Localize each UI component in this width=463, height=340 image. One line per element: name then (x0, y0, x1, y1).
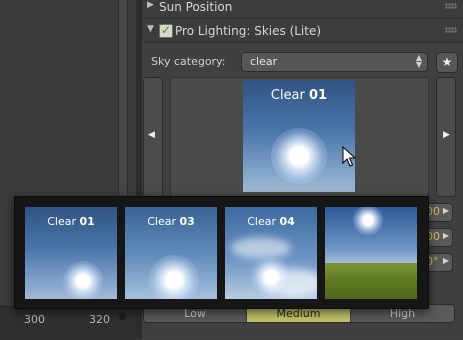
keyframe-dot-icon[interactable] (119, 313, 126, 320)
section-sun-position[interactable]: ▶ Sun Position (142, 0, 463, 19)
preview-label: Clear 01 (270, 88, 328, 103)
sun-glow (251, 257, 291, 297)
sky-preview-image[interactable]: Clear 01 (243, 80, 355, 192)
thumbnail-label: Clear 01 (47, 215, 95, 228)
arrow-right-icon: ▶ (442, 231, 449, 240)
sky-category-value: clear (250, 55, 278, 68)
arrow-left-icon: ◀ (148, 130, 155, 140)
disclosure-right-icon[interactable]: ▶ (147, 0, 154, 10)
sun-glow (63, 261, 103, 299)
sky-thumbnail[interactable]: Clear 03 (125, 207, 217, 299)
drag-grip-icon[interactable] (445, 3, 457, 9)
thumbnail-label: Clear 03 (147, 215, 195, 228)
next-sky-button[interactable]: ▶ (436, 77, 456, 197)
arrow-right-icon: ▶ (442, 206, 449, 215)
thumbnail-label: Clear 04 (247, 215, 295, 228)
sun-glow (149, 255, 199, 299)
favorite-star-button[interactable]: ★ (436, 52, 458, 73)
sky-category-select[interactable]: clear ▲ ▼ (241, 52, 428, 72)
disclosure-down-icon[interactable]: ▼ (147, 24, 154, 34)
ruler-tick: 300 (24, 313, 45, 326)
grass-field (325, 263, 417, 299)
drag-grip-icon[interactable] (445, 27, 457, 33)
updown-arrows-icon: ▲ ▼ (415, 53, 422, 69)
star-icon: ★ (441, 55, 453, 69)
sky-thumbnail[interactable] (325, 207, 417, 299)
sky-thumbnail[interactable]: Clear 01 (25, 207, 117, 299)
previous-sky-button[interactable]: ◀ (143, 77, 163, 197)
sky-thumbnail-popup: Clear 01 Clear 03 Clear 04 (14, 196, 429, 309)
timeline-ruler[interactable]: 300 320 (0, 306, 136, 340)
section-title: Sun Position (159, 0, 233, 14)
enable-checkbox[interactable]: ✓ (159, 23, 173, 38)
sky-category-label: Sky category: (151, 55, 226, 68)
checkmark-icon: ✓ (161, 23, 172, 37)
cloud (231, 237, 291, 259)
sky-thumbnail[interactable]: Clear 04 (225, 207, 317, 299)
arrow-right-icon: ▶ (442, 256, 449, 265)
arrow-right-icon: ▶ (443, 130, 450, 140)
section-title: Pro Lighting: Skies (Lite) (175, 24, 322, 38)
ruler-tick: 320 (89, 313, 110, 326)
section-pro-lighting-skies[interactable]: ▼ ✓ Pro Lighting: Skies (Lite) (142, 20, 463, 43)
sun-glow (271, 128, 327, 184)
mouse-cursor-icon (342, 146, 356, 167)
